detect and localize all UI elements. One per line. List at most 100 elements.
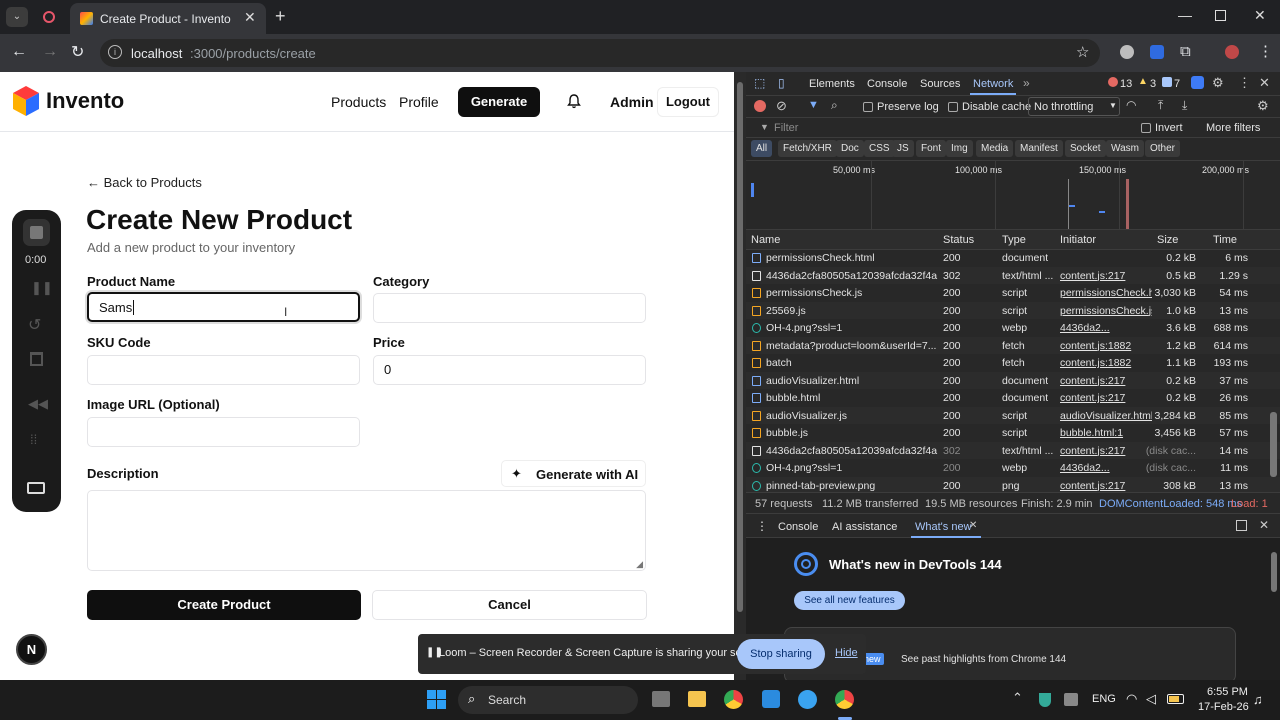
- bell-icon[interactable]: [567, 94, 581, 109]
- drawer-tab-console[interactable]: Console: [778, 521, 818, 533]
- drawer-tab-ai[interactable]: AI assistance: [832, 521, 897, 533]
- request-row[interactable]: metadata?product=loom&userId=7... 200 fetc…: [746, 336, 1280, 354]
- invento-logo-icon[interactable]: [12, 85, 40, 117]
- brand-name[interactable]: Invento: [46, 88, 124, 114]
- restore-icon[interactable]: [1215, 10, 1226, 21]
- notification-bell-icon[interactable]: ♫: [1253, 692, 1263, 707]
- drawer-tab-whats-new[interactable]: What's new: [915, 521, 972, 533]
- clear-icon[interactable]: ⊘: [776, 98, 787, 114]
- col-status[interactable]: Status: [943, 234, 974, 246]
- filter-chip-img[interactable]: Img: [946, 140, 973, 157]
- extensions-puzzle-icon[interactable]: ⧉: [1180, 43, 1191, 60]
- collapse-icon[interactable]: ◀◀: [28, 396, 48, 412]
- trash-icon[interactable]: [30, 352, 43, 366]
- tab-list-button[interactable]: ⌄: [6, 7, 28, 27]
- tab-console[interactable]: Console: [867, 78, 907, 90]
- record-icon[interactable]: [43, 11, 55, 23]
- hide-link[interactable]: Hide: [835, 647, 858, 659]
- wifi-tray-icon[interactable]: ◠: [1126, 691, 1137, 707]
- clock-time[interactable]: 6:55 PM: [1207, 686, 1248, 698]
- site-info-icon[interactable]: i: [108, 45, 122, 59]
- record-stop-icon[interactable]: [754, 100, 766, 112]
- filter-chip-fetchxhr[interactable]: Fetch/XHR: [778, 140, 837, 157]
- generate-button[interactable]: Generate: [458, 87, 540, 117]
- request-initiator[interactable]: content.js:217: [1060, 480, 1152, 492]
- task-view-icon[interactable]: [652, 691, 670, 707]
- drawer-tab-close-icon[interactable]: ✕: [969, 520, 977, 531]
- col-time[interactable]: Time: [1213, 234, 1237, 246]
- clock-date[interactable]: 17-Feb-26: [1198, 701, 1249, 713]
- camera-icon[interactable]: [27, 482, 45, 494]
- tray-app-icon[interactable]: [1064, 693, 1078, 706]
- price-input[interactable]: 0: [373, 355, 646, 385]
- warning-icon[interactable]: ▲: [1138, 76, 1148, 87]
- bookmark-star-icon[interactable]: ☆: [1076, 43, 1089, 61]
- category-input[interactable]: [373, 293, 646, 323]
- windows-start-icon[interactable]: [427, 690, 446, 709]
- requests-scrollbar[interactable]: [1270, 412, 1277, 477]
- nav-products[interactable]: Products: [331, 94, 386, 110]
- filter-chip-js[interactable]: JS: [892, 140, 914, 157]
- request-initiator[interactable]: content.js:1882: [1060, 357, 1152, 369]
- request-initiator[interactable]: content.js:217: [1060, 445, 1152, 457]
- request-row[interactable]: 25569.js 200 script permissionsCheck.js: 1.0…: [746, 301, 1280, 319]
- disable-cache-checkbox[interactable]: [948, 102, 958, 112]
- security-tray-icon[interactable]: [1039, 693, 1051, 707]
- search-icon[interactable]: ⌕: [831, 98, 838, 113]
- request-row[interactable]: bubble.html 200 document content.js:217 0.2 …: [746, 389, 1280, 407]
- restart-icon[interactable]: ↺: [28, 315, 41, 335]
- more-filters-button[interactable]: More filters: [1206, 122, 1260, 134]
- logout-button[interactable]: Logout: [657, 87, 719, 117]
- request-row[interactable]: audioVisualizer.js 200 script audioVisualiz…: [746, 406, 1280, 424]
- filter-chip-media[interactable]: Media: [976, 140, 1014, 157]
- device-toggle-icon[interactable]: ▯: [778, 76, 785, 90]
- col-initiator[interactable]: Initiator: [1060, 234, 1096, 246]
- filter-chip-font[interactable]: Font: [916, 140, 947, 157]
- pause-icon[interactable]: ❚❚: [31, 280, 53, 296]
- tab-network[interactable]: Network: [973, 78, 1013, 90]
- ai-assistant-icon[interactable]: [1191, 76, 1204, 89]
- profile-avatar-icon[interactable]: [1225, 45, 1239, 59]
- volume-icon[interactable]: ◁: [1146, 691, 1156, 707]
- cancel-button[interactable]: Cancel: [372, 590, 647, 620]
- browser-tab-active[interactable]: Create Product - Invento ✕: [70, 3, 266, 34]
- nav-profile[interactable]: Profile: [399, 94, 439, 110]
- inspect-icon[interactable]: ⬚: [754, 76, 765, 90]
- description-textarea[interactable]: ◢: [87, 490, 646, 571]
- request-row[interactable]: permissionsCheck.js 200 script permissionsC…: [746, 284, 1280, 302]
- stop-record-icon[interactable]: [23, 219, 50, 246]
- request-row[interactable]: permissionsCheck.html 200 document 0.2 kB 6 …: [746, 249, 1280, 267]
- filter-funnel-icon[interactable]: ▼: [808, 99, 819, 111]
- tab-close-icon[interactable]: ✕: [244, 9, 256, 26]
- chrome-taskbar-icon[interactable]: [724, 690, 743, 709]
- browser-menu-icon[interactable]: ⋮: [1258, 42, 1273, 60]
- export-icon[interactable]: ⤓: [1182, 98, 1187, 113]
- request-initiator[interactable]: permissionsCheck.htr: [1060, 287, 1152, 299]
- filter-input[interactable]: Filter: [774, 122, 798, 134]
- network-settings-icon[interactable]: ⚙: [1257, 98, 1269, 114]
- request-initiator[interactable]: content.js:217: [1060, 392, 1152, 404]
- devtools-close-icon[interactable]: ✕: [1259, 75, 1270, 91]
- devtools-menu-icon[interactable]: ⋮: [1238, 75, 1251, 91]
- address-bar[interactable]: i localhost :3000/products/create ☆: [100, 39, 1100, 67]
- vscode-taskbar-icon[interactable]: [762, 690, 780, 708]
- col-name[interactable]: Name: [751, 234, 780, 246]
- request-initiator[interactable]: 4436da2...: [1060, 462, 1152, 474]
- preserve-log-checkbox[interactable]: [863, 102, 873, 112]
- info-icon[interactable]: [1162, 77, 1172, 87]
- create-product-button[interactable]: Create Product: [87, 590, 361, 620]
- drawer-scrollbar[interactable]: [1271, 552, 1277, 592]
- language-indicator[interactable]: ENG: [1092, 693, 1116, 705]
- see-all-features-button[interactable]: See all new features: [794, 591, 905, 610]
- request-initiator[interactable]: audioVisualizer.html:1: [1060, 410, 1152, 422]
- minimize-icon[interactable]: —: [1178, 7, 1192, 23]
- image-url-input[interactable]: [87, 417, 360, 447]
- close-window-icon[interactable]: ✕: [1254, 7, 1266, 24]
- request-row[interactable]: batch 200 fetch content.js:1882 1.1 kB 193 ms: [746, 354, 1280, 372]
- filter-chip-manifest[interactable]: Manifest: [1015, 140, 1063, 157]
- filter-chip-other[interactable]: Other: [1145, 140, 1181, 157]
- next-devtools-avatar[interactable]: N: [16, 634, 47, 665]
- resize-handle-icon[interactable]: ◢: [636, 559, 643, 570]
- drawer-menu-icon[interactable]: ⋮: [756, 519, 768, 533]
- request-initiator[interactable]: 4436da2...: [1060, 322, 1152, 334]
